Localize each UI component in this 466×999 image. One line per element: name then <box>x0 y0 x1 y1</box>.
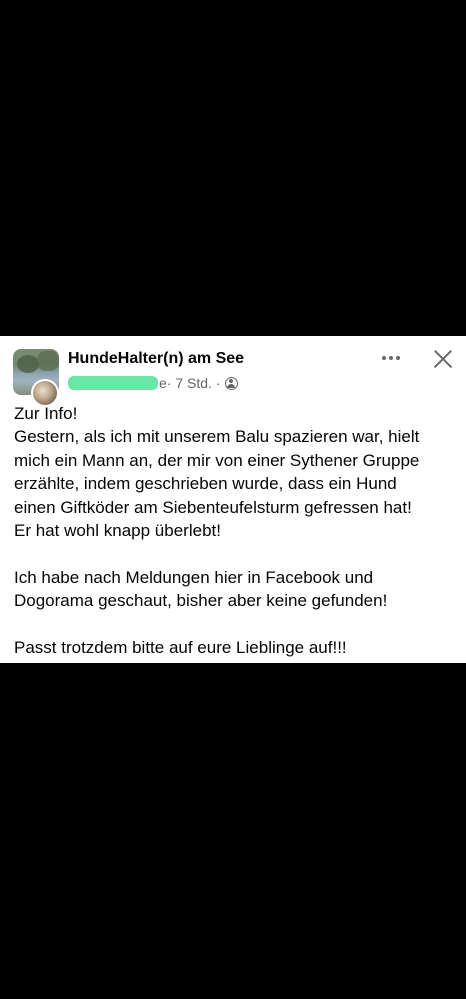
post-text-line: Ich habe nach Meldungen hier in Facebook… <box>14 567 374 587</box>
post-text-line: Gestern, als ich mit unserem Balu spazie… <box>14 427 420 447</box>
group-name-link[interactable]: HundeHalter(n) am See <box>68 350 244 368</box>
avatar-group[interactable] <box>13 349 59 407</box>
post-text-line: erzählte, indem geschrieben wurde, dass … <box>14 474 397 494</box>
post-timestamp[interactable]: · 7 Std. · <box>167 375 221 391</box>
post-text-line: einen Giftköder am Siebenteufelsturm gef… <box>14 497 412 517</box>
author-name-suffix[interactable]: e <box>159 375 167 391</box>
more-options-button[interactable] <box>376 346 406 370</box>
post-text-line: mich ein Mann an, der mir von einer Syth… <box>14 450 420 470</box>
post-text-line: Zur Info! <box>14 404 78 423</box>
post-text-line: Er hat wohl knapp überlebt! <box>14 521 221 541</box>
post-body-text: Zur Info! Gestern, als ich mit unserem B… <box>14 402 454 659</box>
post-text-line: Passt trotzdem bitte auf eure Lieblinge … <box>14 638 347 658</box>
close-icon[interactable] <box>428 344 458 374</box>
more-options-icon <box>382 356 386 360</box>
redacted-author-name <box>68 376 158 390</box>
globe-icon <box>225 376 239 390</box>
post-text-line: Dogorama geschaut, bisher aber keine gef… <box>14 591 388 611</box>
facebook-post-card: HundeHalter(n) am See e · 7 Std. · Zur I… <box>0 336 466 663</box>
post-meta: e · 7 Std. · <box>68 373 239 393</box>
